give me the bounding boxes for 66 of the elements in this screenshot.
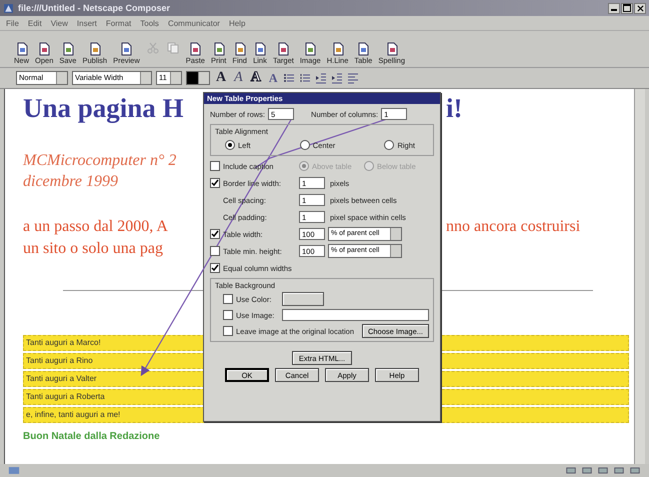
page-icon: [88, 42, 102, 56]
radio-button[interactable]: [300, 140, 310, 150]
tray-icon[interactable]: [597, 466, 609, 475]
page-icon: [330, 42, 345, 56]
checkbox[interactable]: [210, 246, 220, 256]
paragraph-text: nno ancora costruirsi: [446, 217, 582, 237]
page-icon: [232, 42, 247, 56]
tray-icon[interactable]: [613, 466, 625, 475]
indent-icon[interactable]: [331, 72, 344, 84]
subtitle: MCMicrocomputer n° 2: [23, 151, 178, 171]
page-heading: Una pagina H: [23, 93, 185, 124]
page-icon: [119, 42, 134, 56]
align-icon[interactable]: [347, 72, 360, 84]
checkbox[interactable]: [223, 294, 233, 304]
page-icon: [60, 42, 75, 56]
menu-item[interactable]: Insert: [76, 18, 97, 28]
text-style-button[interactable]: A: [232, 70, 245, 86]
checkbox[interactable]: [210, 178, 220, 188]
menu-item[interactable]: Tools: [140, 18, 159, 28]
window-title: file:///Untitled - Netscape Composer: [18, 3, 170, 13]
paragraph-text: a un passo dal 2000, A: [23, 217, 169, 237]
menu-item[interactable]: Help: [228, 18, 246, 28]
page-icon: [303, 42, 318, 56]
input-field[interactable]: [282, 309, 429, 321]
radio-button[interactable]: [225, 140, 235, 150]
menu-item[interactable]: Communicator: [168, 18, 220, 28]
page-icon: [37, 42, 52, 56]
page-icon: [276, 42, 290, 56]
numbered-list-icon[interactable]: [299, 72, 312, 84]
checkbox[interactable]: [210, 229, 220, 239]
checkbox[interactable]: [210, 263, 220, 273]
bullet-list-icon[interactable]: [283, 72, 296, 84]
page-icon: [188, 42, 202, 56]
page-icon: [14, 42, 28, 56]
radio-button[interactable]: [384, 140, 394, 150]
menu-item[interactable]: View: [50, 18, 68, 28]
page-heading: i!: [446, 93, 464, 124]
tray-icon[interactable]: [581, 466, 593, 475]
menu-item[interactable]: Edit: [28, 18, 42, 28]
page-icon: [356, 42, 370, 56]
text-style-button[interactable]: A: [266, 70, 280, 86]
text-style-button[interactable]: A: [214, 70, 228, 86]
page-icon: [384, 42, 399, 56]
minimize-button[interactable]: [608, 2, 620, 14]
scrollbar[interactable]: [634, 89, 645, 464]
copy-icon: [166, 41, 180, 55]
paragraph-text: un sito o solo una pag: [23, 239, 164, 259]
maximize-button[interactable]: [621, 2, 633, 14]
app-icon: [3, 2, 14, 14]
page-icon: [252, 42, 267, 56]
text-style-button[interactable]: A: [248, 70, 263, 86]
status-icon: [8, 466, 20, 475]
scissors-icon: [146, 41, 160, 55]
menu-item[interactable]: File: [6, 18, 19, 28]
menu-item[interactable]: Format: [106, 18, 132, 28]
checkbox[interactable]: [223, 310, 233, 320]
tray-icon[interactable]: [565, 466, 577, 475]
subtitle: dicembre 1999: [23, 172, 119, 192]
page-icon: [212, 42, 226, 56]
text-color-button[interactable]: [186, 71, 210, 85]
color-button[interactable]: [282, 292, 324, 306]
checkbox[interactable]: [223, 326, 233, 336]
close-icon: [636, 4, 644, 12]
outdent-icon[interactable]: [315, 72, 328, 84]
close-button[interactable]: [634, 2, 646, 14]
tray-icon[interactable]: [629, 466, 641, 475]
